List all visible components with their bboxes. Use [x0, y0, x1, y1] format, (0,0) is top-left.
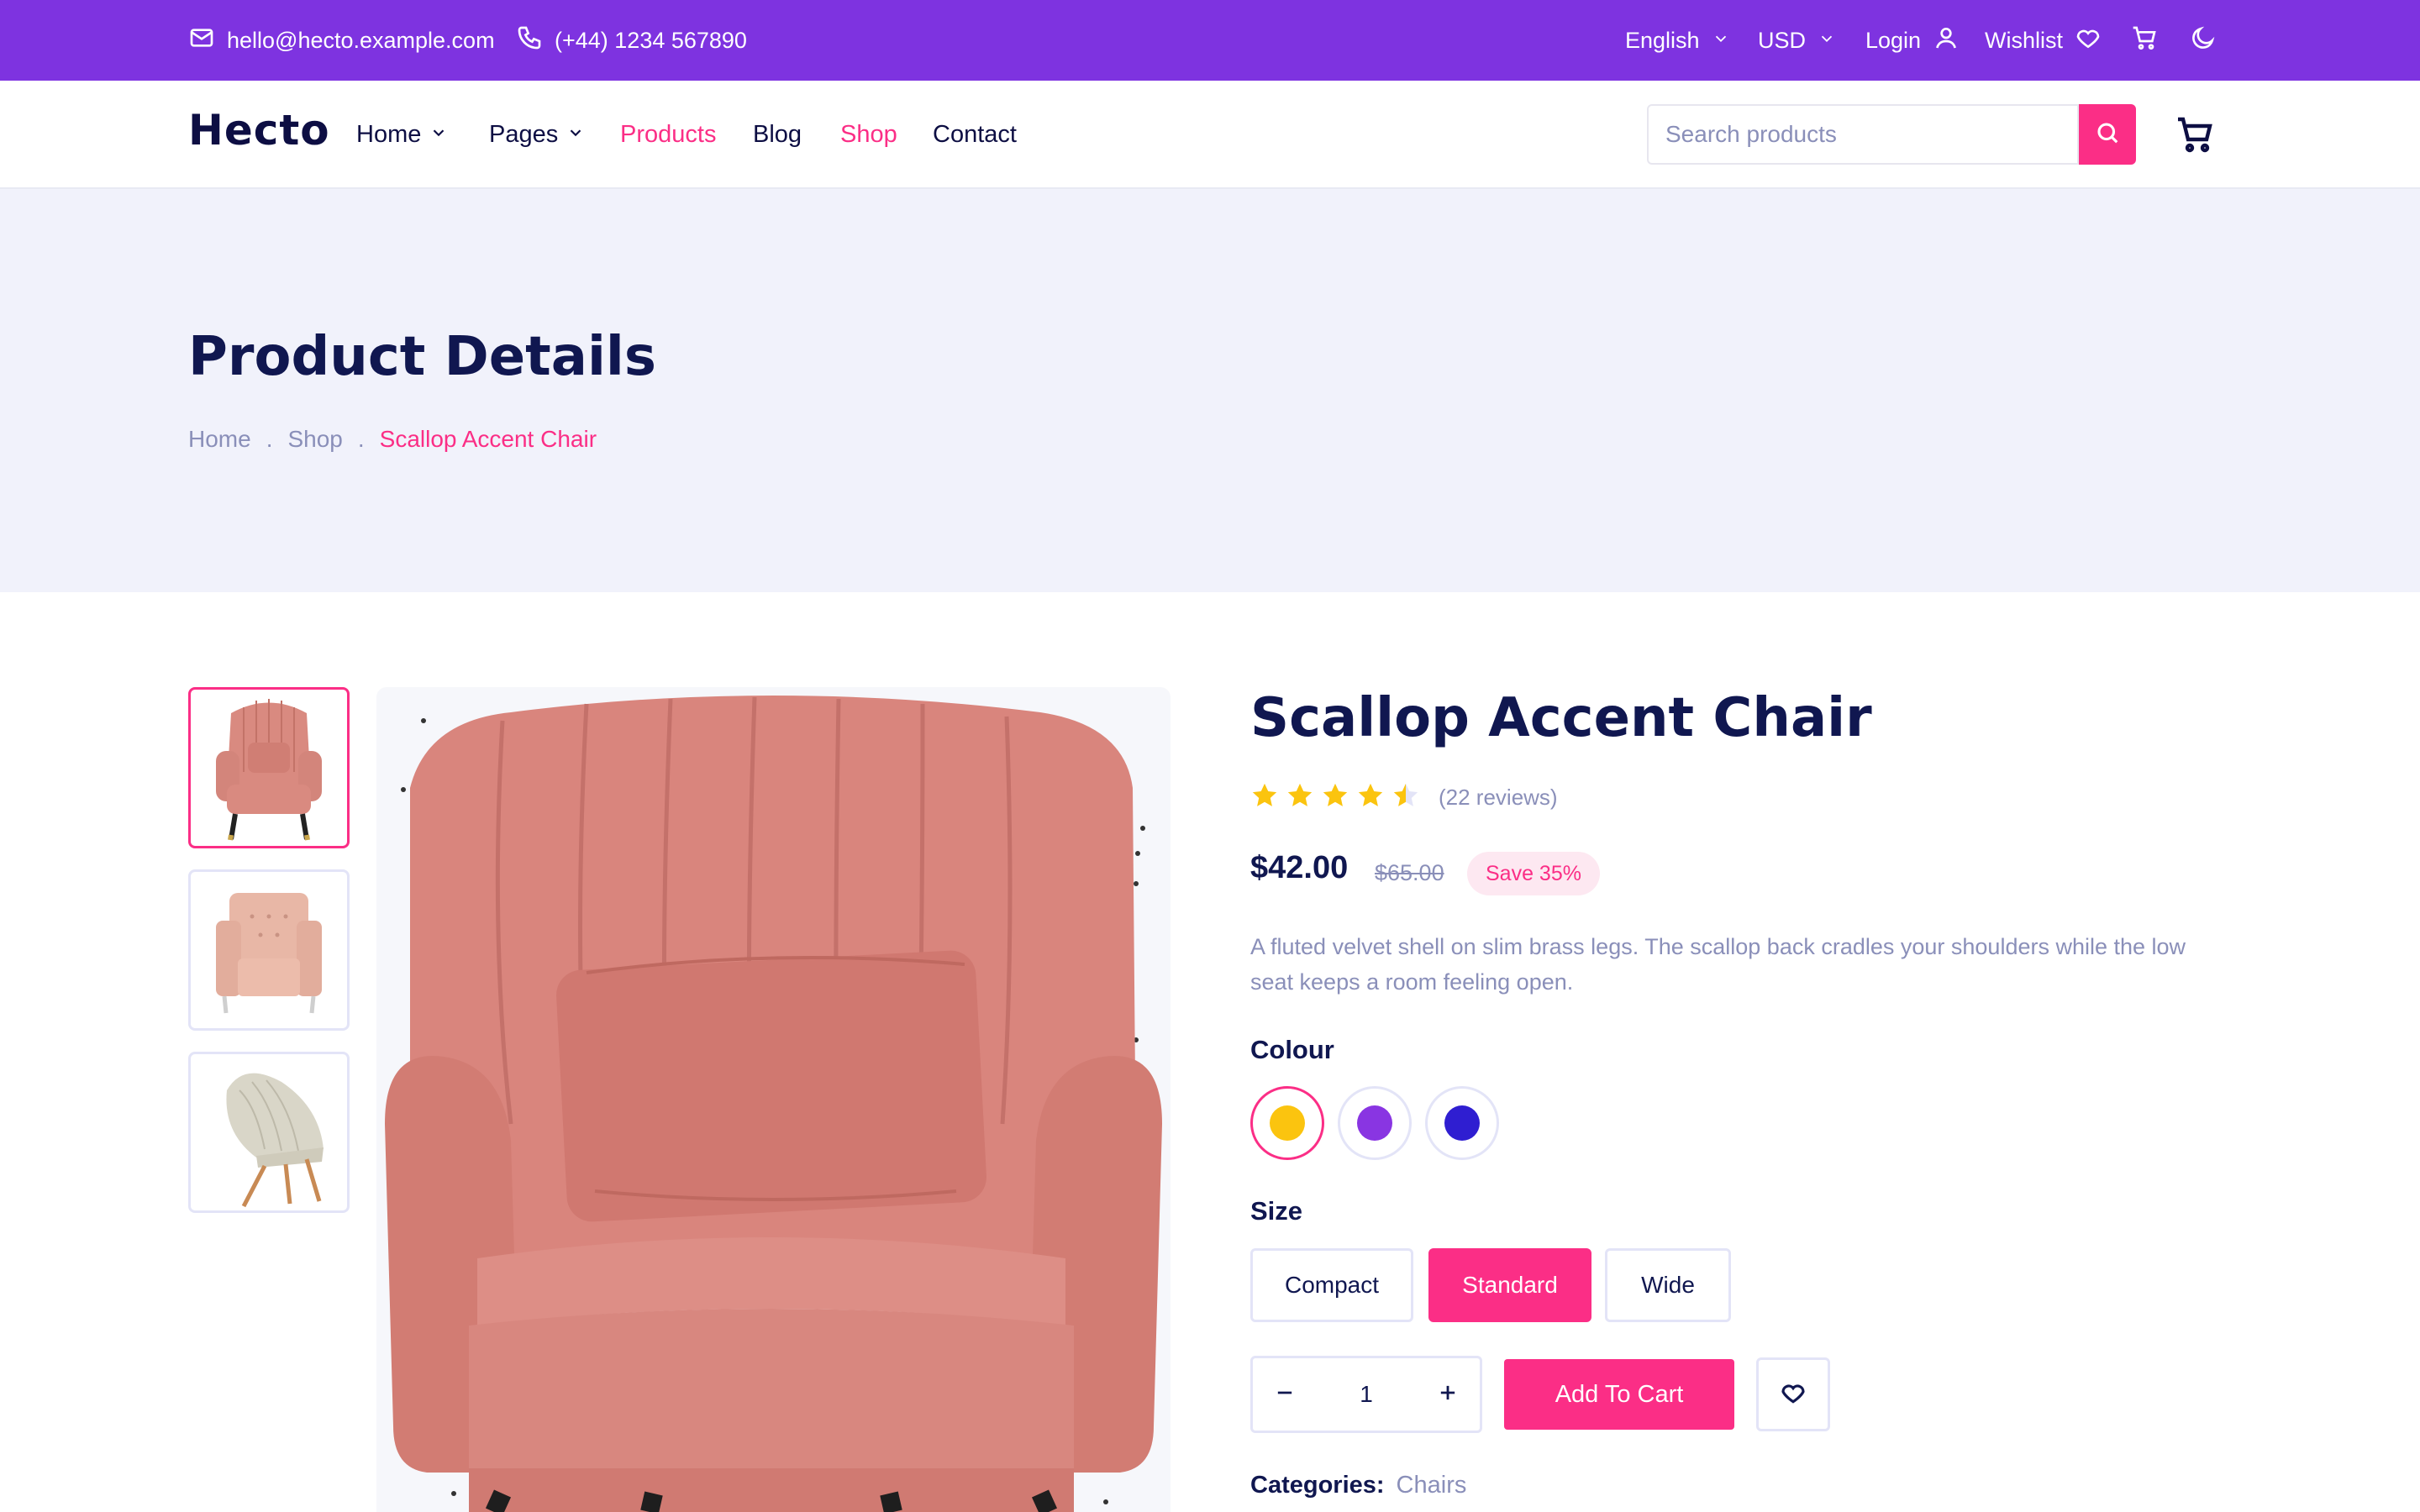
moon-icon: [2190, 24, 2217, 57]
cart-icon: [2175, 117, 2215, 158]
language-label: English: [1625, 27, 1700, 53]
page-hero: Product Details Home . Shop . Scallop Ac…: [0, 189, 2420, 592]
logo[interactable]: Hecto: [188, 106, 330, 155]
chevron-down-icon: [1818, 28, 1836, 54]
heart-icon: [2075, 24, 2102, 57]
nav-shop-label: Shop: [840, 121, 897, 148]
size-standard-button[interactable]: Standard: [1428, 1248, 1591, 1322]
size-compact-button[interactable]: Compact: [1250, 1248, 1413, 1322]
search-placeholder: Search products: [1665, 121, 1837, 147]
breadcrumb-shop[interactable]: Shop: [287, 426, 342, 453]
colour-dot: [1270, 1105, 1305, 1141]
categories-label: Categories:: [1250, 1472, 1385, 1499]
shell-lounge-chair-thumbnail: [226, 1073, 324, 1208]
thumbnail-1[interactable]: [188, 687, 350, 848]
phone-icon: [516, 24, 543, 57]
chevron-down-icon: [1712, 28, 1730, 54]
login-label: Login: [1865, 27, 1922, 53]
categories-value[interactable]: Chairs: [1397, 1472, 1467, 1499]
size-wide-button[interactable]: Wide: [1605, 1248, 1731, 1322]
currency-label: USD: [1758, 27, 1807, 53]
top-bar: hello@hecto.example.com (+44) 1234 56789…: [0, 0, 2420, 81]
pink-wingback-chair-thumbnail: [216, 699, 322, 841]
minus-icon[interactable]: [1273, 1381, 1297, 1409]
breadcrumb-current: Scallop Accent Chair: [379, 426, 597, 452]
product-description: A fluted velvet shell on slim brass legs…: [1250, 934, 2186, 995]
colour-swatch-blue[interactable]: [1425, 1086, 1499, 1160]
thumbnail-2[interactable]: [188, 869, 350, 1031]
main-header: Hecto Home Pages Products Blog Shop Cont…: [0, 81, 2420, 189]
product-title: Scallop Accent Chair: [1250, 687, 1872, 749]
pink-wingback-chair-image: [385, 696, 1162, 1512]
nav-home-label: Home: [356, 121, 422, 148]
add-to-cart-button[interactable]: Add To Cart: [1504, 1359, 1734, 1430]
nav-blog-label: Blog: [753, 121, 802, 148]
wishlist-label: Wishlist: [1985, 27, 2063, 53]
size-label: Size: [1250, 1196, 1303, 1226]
currency-select[interactable]: USD: [1758, 0, 1836, 81]
language-select[interactable]: English: [1625, 0, 1730, 81]
discount-badge: Save 35%: [1467, 852, 1600, 895]
search-button[interactable]: [2079, 104, 2136, 165]
wishlist-link[interactable]: Wishlist: [1985, 0, 2102, 81]
product-price: $42.00: [1250, 850, 1349, 885]
nav-blog[interactable]: Blog: [753, 81, 802, 189]
star-icon: [1286, 781, 1314, 814]
add-to-wishlist-button[interactable]: [1756, 1357, 1830, 1431]
plus-icon[interactable]: [1436, 1381, 1460, 1409]
colour-swatch-yellow[interactable]: [1250, 1086, 1324, 1160]
product-old-price: $65.00: [1375, 860, 1444, 885]
nav-shop[interactable]: Shop: [840, 81, 897, 189]
thumbnail-3[interactable]: [188, 1052, 350, 1213]
review-count[interactable]: (22 reviews): [1439, 785, 1558, 811]
page-title: Product Details: [188, 326, 656, 388]
star-icon: [1356, 781, 1385, 814]
nav-contact-label: Contact: [933, 121, 1017, 148]
colour-swatch-purple[interactable]: [1338, 1086, 1412, 1160]
cart-icon: [2131, 24, 2158, 57]
colour-label: Colour: [1250, 1035, 1334, 1064]
breadcrumb: Home . Shop . Scallop Accent Chair: [188, 426, 597, 453]
mail-icon: [188, 24, 215, 57]
product-rating: (22 reviews): [1250, 781, 1558, 814]
star-icon: [1250, 781, 1279, 814]
phone-contact[interactable]: (+44) 1234 567890: [516, 0, 747, 81]
nav-pages[interactable]: Pages: [489, 81, 585, 189]
quantity-value[interactable]: 1: [1360, 1381, 1373, 1408]
star-icon: [1321, 781, 1349, 814]
breadcrumb-separator: .: [357, 426, 365, 452]
colour-dot: [1444, 1105, 1480, 1141]
nav-products[interactable]: Products: [620, 81, 716, 189]
search-icon: [2095, 120, 2120, 150]
tufted-armchair-thumbnail: [216, 893, 322, 1014]
star-half-icon: [1392, 781, 1420, 814]
main-product-image: [376, 687, 1171, 1512]
email-contact[interactable]: hello@hecto.example.com: [188, 0, 495, 81]
colour-dot: [1357, 1105, 1392, 1141]
user-icon: [1933, 24, 1960, 57]
theme-toggle[interactable]: [2190, 0, 2217, 81]
chevron-down-icon: [566, 121, 585, 149]
nav-products-label: Products: [620, 121, 717, 148]
nav-contact[interactable]: Contact: [933, 81, 1017, 189]
breadcrumb-home[interactable]: Home: [188, 426, 251, 453]
nav-home[interactable]: Home: [356, 81, 448, 189]
header-cart-button[interactable]: [2175, 114, 2215, 155]
heart-icon: [1780, 1379, 1807, 1410]
login-link[interactable]: Login: [1865, 0, 1960, 81]
breadcrumb-separator: .: [266, 426, 273, 452]
topbar-cart-button[interactable]: [2131, 0, 2158, 81]
chevron-down-icon: [429, 121, 448, 149]
product-categories: Categories: Chairs: [1250, 1472, 1466, 1499]
phone-text: (+44) 1234 567890: [555, 27, 747, 53]
search-input[interactable]: Search products: [1647, 104, 2079, 165]
nav-pages-label: Pages: [489, 121, 559, 148]
email-text: hello@hecto.example.com: [227, 27, 495, 53]
quantity-stepper: 1: [1250, 1356, 1482, 1433]
